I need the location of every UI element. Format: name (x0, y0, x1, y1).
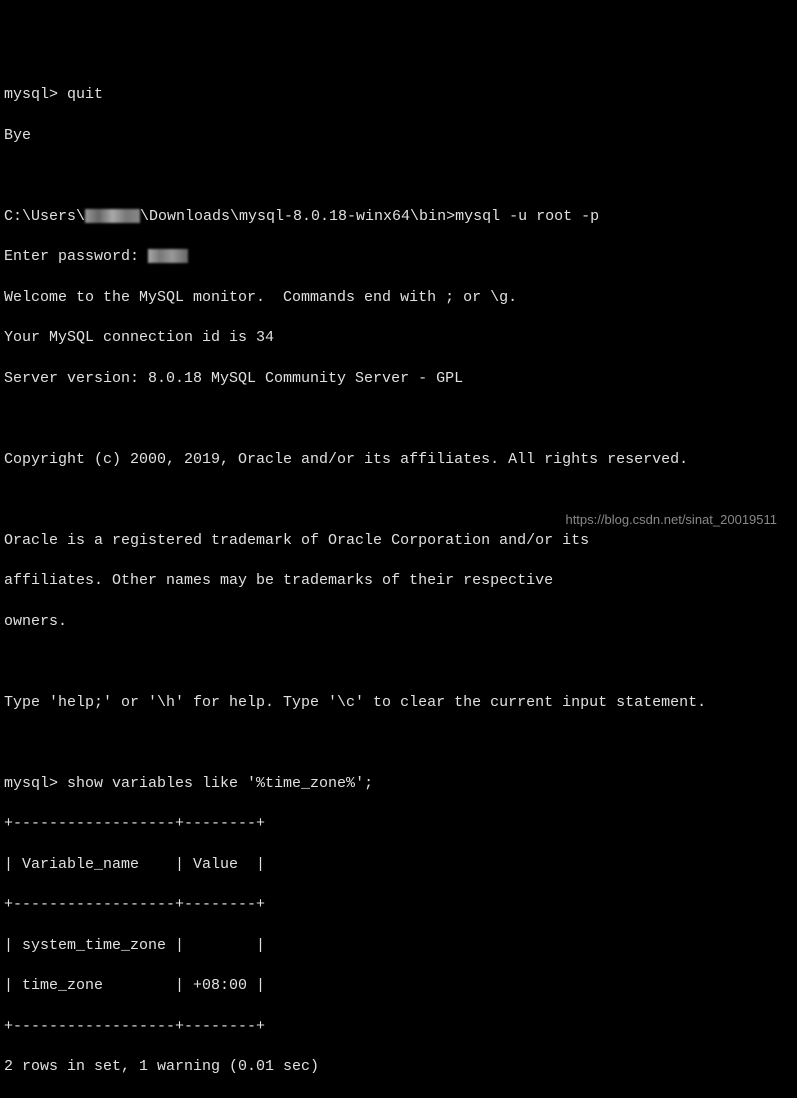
command-show-variables: show variables like '%time_zone%'; (67, 775, 373, 792)
trademark-line1: Oracle is a registered trademark of Orac… (4, 531, 793, 551)
shell-prompt-line: C:\Users\ \Downloads\mysql-8.0.18-winx64\… (4, 207, 793, 227)
copyright-line: Copyright (c) 2000, 2019, Oracle and/or … (4, 450, 793, 470)
welcome-line1: Welcome to the MySQL monitor. Commands e… (4, 288, 793, 308)
result-summary: 2 rows in set, 1 warning (0.01 sec) (4, 1057, 793, 1077)
blank-line (4, 409, 793, 429)
trademark-line3: owners. (4, 612, 793, 632)
shell-path-suffix: \Downloads\mysql-8.0.18-winx64\bin> (140, 208, 455, 225)
enter-password-label: Enter password: (4, 248, 148, 265)
censored-username (85, 209, 140, 223)
prompt: mysql> (4, 775, 67, 792)
table-border-top: +------------------+--------+ (4, 814, 793, 834)
table-header: | Variable_name | Value | (4, 855, 793, 875)
welcome-line2: Your MySQL connection id is 34 (4, 328, 793, 348)
output-bye: Bye (4, 126, 793, 146)
help-hint-line: Type 'help;' or '\h' for help. Type '\c'… (4, 693, 793, 713)
watermark: https://blog.csdn.net/sinat_20019511 (565, 511, 777, 529)
table-row: | system_time_zone | | (4, 936, 793, 956)
table-border-bottom: +------------------+--------+ (4, 1017, 793, 1037)
shell-path-prefix: C:\Users\ (4, 208, 85, 225)
censored-password (148, 249, 188, 263)
blank-line (4, 652, 793, 672)
welcome-line3: Server version: 8.0.18 MySQL Community S… (4, 369, 793, 389)
blank-line (4, 490, 793, 510)
password-line: Enter password: (4, 247, 793, 267)
terminal-line: mysql> quit (4, 85, 793, 105)
table-row: | time_zone | +08:00 | (4, 976, 793, 996)
prompt: mysql> (4, 86, 67, 103)
trademark-line2: affiliates. Other names may be trademark… (4, 571, 793, 591)
query-line: mysql> show variables like '%time_zone%'… (4, 774, 793, 794)
command-quit: quit (67, 86, 103, 103)
shell-command: mysql -u root -p (455, 208, 599, 225)
blank-line (4, 166, 793, 186)
table-border-mid: +------------------+--------+ (4, 895, 793, 915)
blank-line (4, 733, 793, 753)
